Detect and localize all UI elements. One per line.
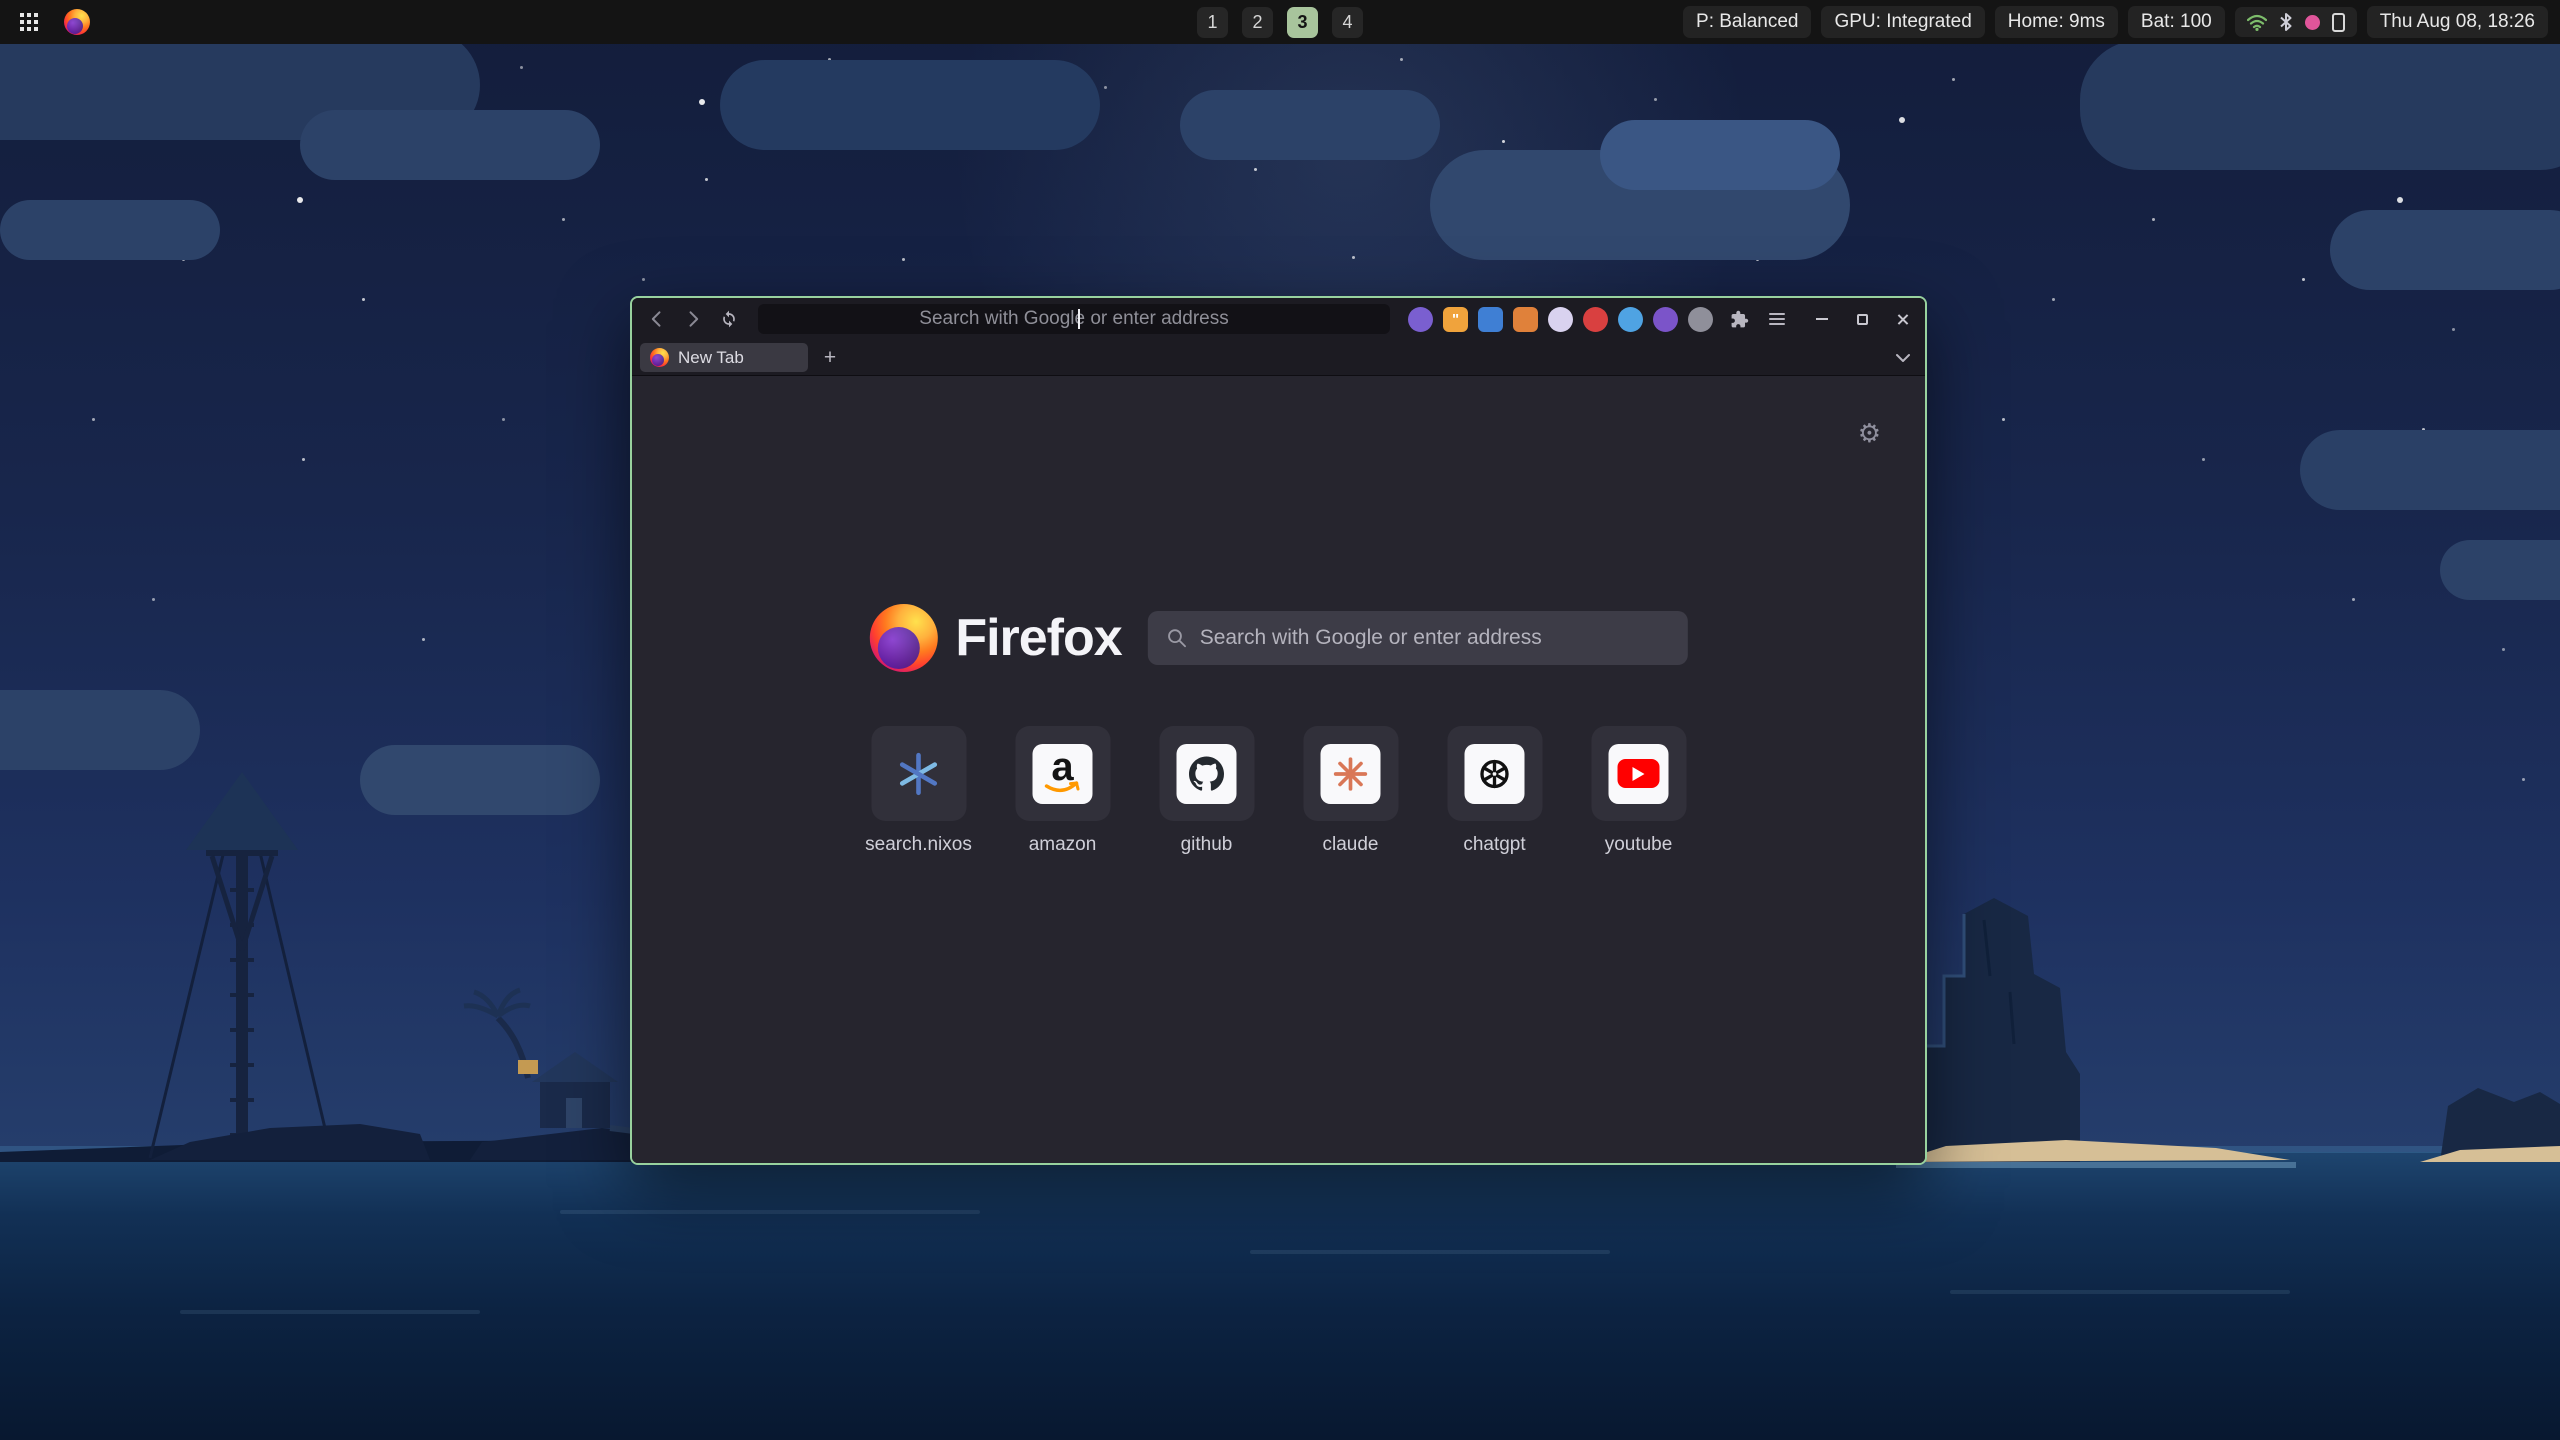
shortcut-label: chatgpt xyxy=(1463,834,1525,856)
newtab-hero: Firefox Search with Google or enter addr… xyxy=(869,604,1687,672)
workspace-switcher: 1 2 3 4 xyxy=(1197,7,1363,38)
firefox-brand: Firefox xyxy=(869,604,1121,672)
reload-button[interactable] xyxy=(714,304,744,334)
workspace-button-2[interactable]: 2 xyxy=(1242,7,1273,38)
extensions-puzzle-icon[interactable] xyxy=(1723,304,1755,334)
shortcut-chatgpt[interactable]: chatgpt xyxy=(1447,726,1542,856)
gpu-module[interactable]: GPU: Integrated xyxy=(1821,6,1984,38)
extension-icon-1[interactable] xyxy=(1408,307,1433,332)
youtube-icon xyxy=(1618,759,1660,788)
window-controls xyxy=(1809,306,1915,332)
shortcut-youtube[interactable]: youtube xyxy=(1591,726,1686,856)
list-all-tabs-button[interactable] xyxy=(1889,344,1917,372)
extension-icon-9[interactable] xyxy=(1688,307,1713,332)
close-button[interactable] xyxy=(1889,306,1915,332)
extension-icon-3[interactable] xyxy=(1478,307,1503,332)
newtab-page: ⚙ Firefox Search with Google or enter ad… xyxy=(632,376,1925,1163)
nixos-icon xyxy=(896,751,942,797)
power-profile-module[interactable]: P: Balanced xyxy=(1683,6,1811,38)
firefox-taskbar-icon[interactable] xyxy=(64,9,90,35)
shortcut-label: claude xyxy=(1323,834,1379,856)
shortcut-github[interactable]: github xyxy=(1159,726,1254,856)
maximize-button[interactable] xyxy=(1849,306,1875,332)
shortcut-label: youtube xyxy=(1605,834,1673,856)
extension-icon-4[interactable] xyxy=(1513,307,1538,332)
wifi-icon[interactable] xyxy=(2247,14,2267,31)
shortcut-claude[interactable]: claude xyxy=(1303,726,1398,856)
newtab-search-input[interactable]: Search with Google or enter address xyxy=(1148,611,1688,665)
address-bar-placeholder: Search with Google or enter address xyxy=(919,308,1228,330)
clock[interactable]: Thu Aug 08, 18:26 xyxy=(2367,6,2548,38)
app-launcher-icon[interactable] xyxy=(20,13,38,31)
extension-row: " xyxy=(1408,307,1713,332)
latency-module[interactable]: Home: 9ms xyxy=(1995,6,2118,38)
shortcut-label: amazon xyxy=(1029,834,1097,856)
battery-module[interactable]: Bat: 100 xyxy=(2128,6,2225,38)
recorder-icon[interactable] xyxy=(2305,15,2320,30)
extension-icon-5[interactable] xyxy=(1548,307,1573,332)
workspace-button-3[interactable]: 3 xyxy=(1287,7,1318,38)
claude-icon xyxy=(1331,754,1371,794)
firefox-window: Search with Google or enter address " xyxy=(630,296,1927,1165)
firefox-logo xyxy=(869,604,937,672)
workspace-button-4[interactable]: 4 xyxy=(1332,7,1363,38)
text-cursor xyxy=(1078,309,1080,329)
search-placeholder: Search with Google or enter address xyxy=(1200,626,1542,650)
tab-bar: New Tab + xyxy=(632,340,1925,376)
search-icon xyxy=(1166,627,1188,649)
status-bar: 1 2 3 4 P: Balanced GPU: Integrated Home… xyxy=(0,0,2560,44)
browser-toolbar: Search with Google or enter address " xyxy=(632,298,1925,340)
system-tray xyxy=(2235,7,2357,37)
tab-new-tab[interactable]: New Tab xyxy=(640,343,808,372)
forward-button[interactable] xyxy=(678,304,708,334)
extension-icon-8[interactable] xyxy=(1653,307,1678,332)
back-button[interactable] xyxy=(642,304,672,334)
firefox-favicon xyxy=(650,348,669,367)
shortcut-label: search.nixos xyxy=(865,834,972,856)
extension-icon-7[interactable] xyxy=(1618,307,1643,332)
address-bar[interactable]: Search with Google or enter address xyxy=(758,304,1390,334)
shortcut-label: github xyxy=(1181,834,1233,856)
github-icon xyxy=(1186,753,1228,795)
shortcut-grid: search.nixos a amazon xyxy=(871,726,1686,856)
device-icon[interactable] xyxy=(2332,13,2345,32)
personalize-gear-icon[interactable]: ⚙ xyxy=(1858,420,1881,446)
new-tab-button[interactable]: + xyxy=(816,344,844,372)
chatgpt-icon xyxy=(1475,754,1515,794)
shortcut-search-nixos[interactable]: search.nixos xyxy=(871,726,966,856)
menu-button[interactable] xyxy=(1761,304,1793,334)
extension-icon-2[interactable]: " xyxy=(1443,307,1468,332)
shortcut-amazon[interactable]: a amazon xyxy=(1015,726,1110,856)
hamburger-icon xyxy=(1769,313,1785,325)
extension-icon-6[interactable] xyxy=(1583,307,1608,332)
bluetooth-icon[interactable] xyxy=(2279,12,2293,32)
tab-title: New Tab xyxy=(678,348,744,368)
firefox-wordmark: Firefox xyxy=(955,608,1121,668)
workspace-button-1[interactable]: 1 xyxy=(1197,7,1228,38)
minimize-button[interactable] xyxy=(1809,306,1835,332)
